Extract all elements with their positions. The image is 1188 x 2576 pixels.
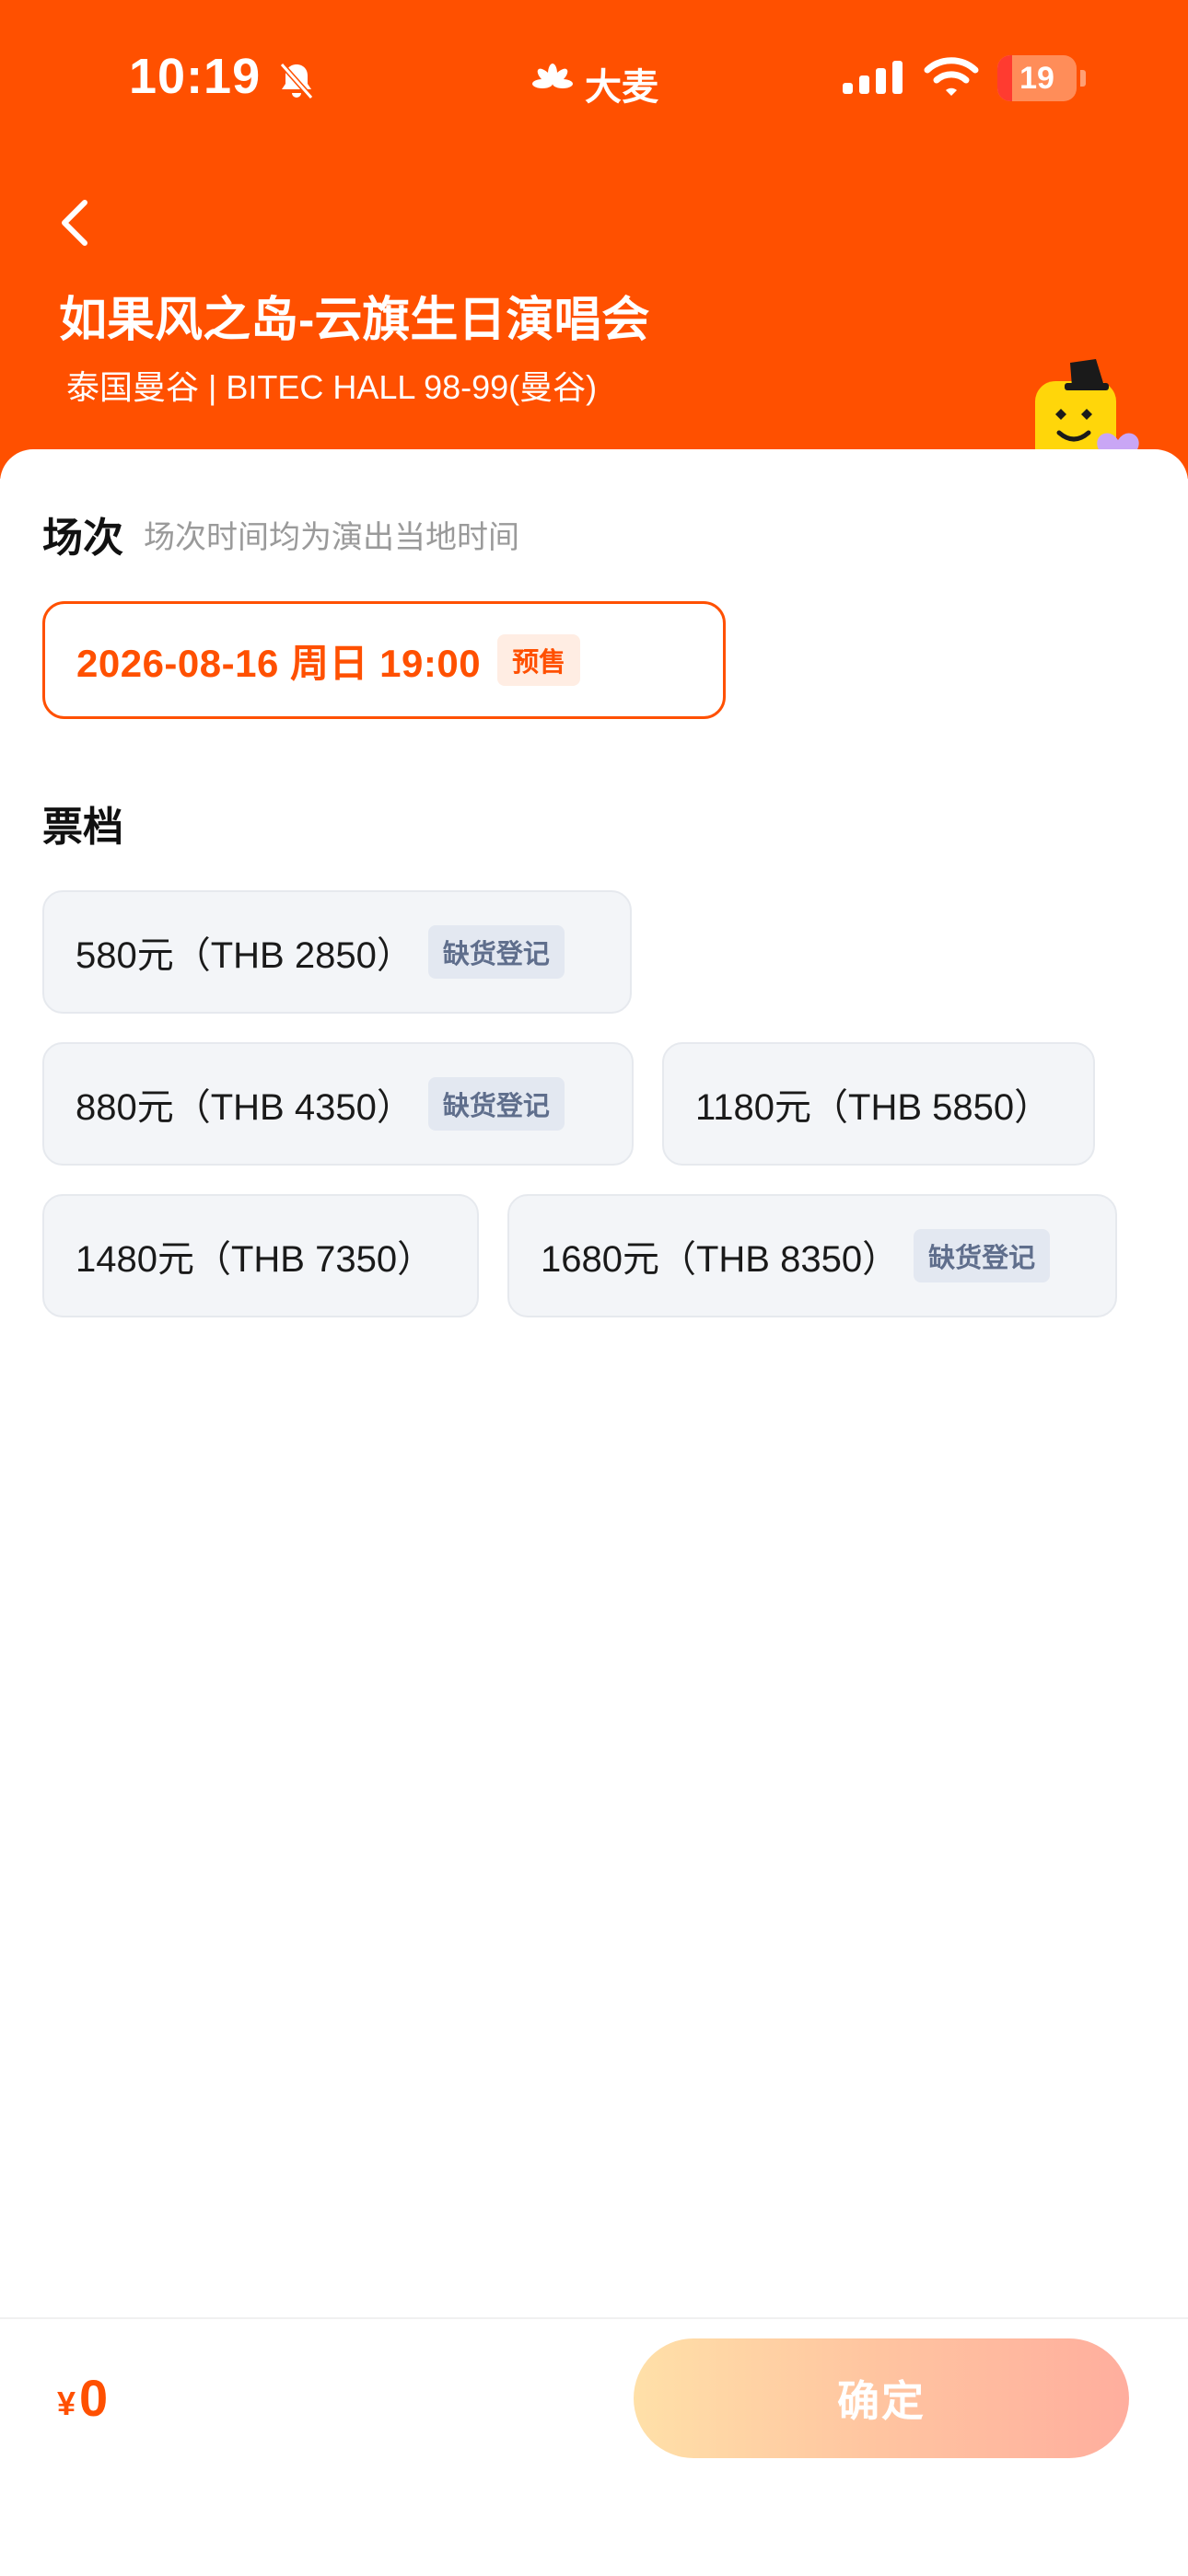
out-of-stock-register-badge: 缺货登记 [427,1077,565,1131]
out-of-stock-register-badge: 缺货登记 [427,925,565,979]
bell-slash-icon [279,63,314,99]
event-title: 如果风之岛-云旗生日演唱会 [59,294,650,347]
tier-price-label: 880元（THB 4350） [76,1087,413,1128]
session-section-subtitle: 场次时间均为演出当地时间 [144,520,519,555]
session-datetime: 2026-08-16 周日 19:00 [76,641,482,685]
presale-badge: 预售 [497,634,581,686]
battery-icon: 19 [997,55,1077,101]
status-time: 10:19 [129,49,262,104]
total-price: 0 [79,2369,109,2427]
chevron-left-icon [62,200,87,246]
tier-price-label: 1680元（THB 8350） [541,1239,900,1280]
tier-price-label: 1180元（THB 5850） [695,1087,1052,1128]
wifi-icon [924,57,979,96]
ticket-tier-option[interactable]: 880元（THB 4350） 缺货登记 [42,1042,634,1166]
brand: 大麦 [530,57,658,110]
battery-tip [1080,70,1086,87]
ticket-tier-option[interactable]: 1480元（THB 7350） [42,1194,479,1317]
tier-price-label: 580元（THB 2850） [76,935,413,976]
session-option-selected[interactable]: 2026-08-16 周日 19:00 预售 [42,601,726,719]
tier-price-label: 1480元（THB 7350） [76,1239,435,1280]
ticket-tier-option[interactable]: 1680元（THB 8350） 缺货登记 [507,1194,1117,1317]
brand-name: 大麦 [585,67,658,108]
battery-level: 19 [1019,61,1054,96]
tier-section-title: 票档 [42,805,123,850]
currency-symbol: ¥ [57,2385,76,2422]
confirm-button[interactable]: 确定 [634,2338,1129,2458]
content-card [0,449,1188,2318]
event-venue: 泰国曼谷 | BITEC HALL 98-99(曼谷) [66,368,598,406]
ticket-tier-option[interactable]: 580元（THB 2850） 缺货登记 [42,890,632,1014]
damai-logo-icon [532,64,573,88]
session-section-title: 场次 [42,516,123,561]
out-of-stock-register-badge: 缺货登记 [914,1229,1051,1282]
ticket-tier-option[interactable]: 1180元（THB 5850） [662,1042,1095,1166]
back-button[interactable] [48,190,103,254]
status-bar: 10:19 大麦 19 [0,0,1188,157]
cellular-signal-icon [843,61,903,94]
confirm-button-label: 确定 [837,2377,926,2425]
